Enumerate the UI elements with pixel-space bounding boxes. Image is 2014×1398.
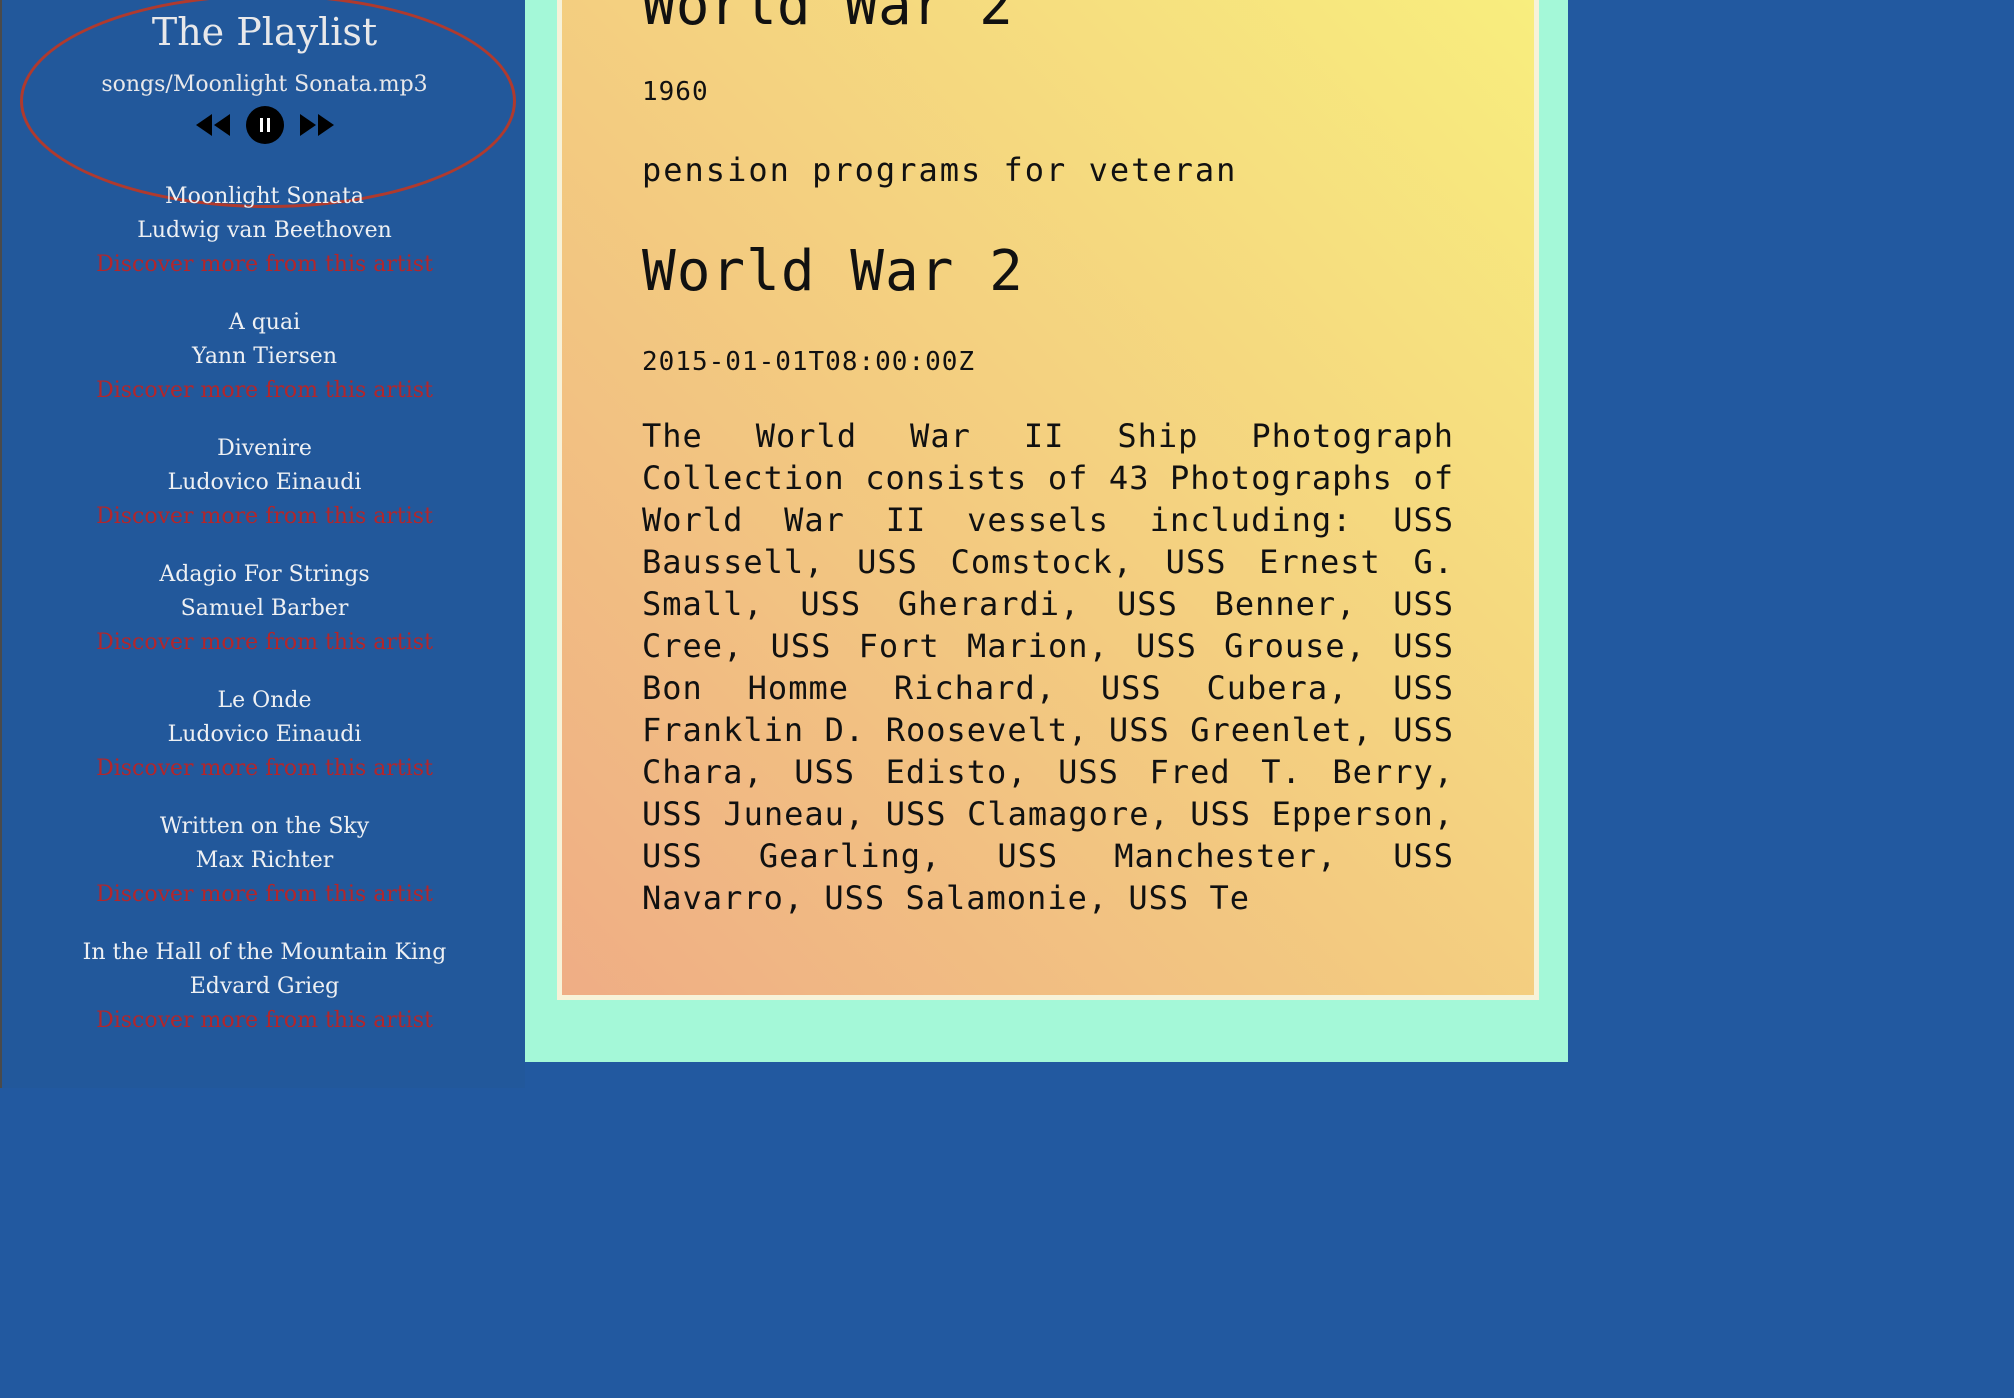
track-title: Written on the Sky bbox=[159, 814, 370, 839]
track-artist: Edvard Grieg bbox=[189, 974, 340, 999]
track-item[interactable]: In the Hall of the Mountain King Edvard … bbox=[2, 936, 527, 1062]
discover-artist-link[interactable]: Discover more from this artist bbox=[2, 626, 527, 660]
track-artist: Max Richter bbox=[195, 848, 334, 873]
discover-artist-link[interactable]: Discover more from this artist bbox=[2, 374, 527, 408]
track-title: In the Hall of the Mountain King bbox=[82, 940, 447, 965]
player-controls bbox=[2, 104, 527, 146]
card-heading: World War 2 bbox=[642, 239, 1024, 304]
track-title: Adagio For Strings bbox=[159, 562, 370, 587]
track-artist: Ludovico Einaudi bbox=[167, 470, 362, 495]
track-item[interactable]: Adagio For Strings Samuel Barber Discove… bbox=[2, 558, 527, 684]
track-artist: Yann Tiersen bbox=[192, 344, 337, 369]
track-item[interactable]: A quai Yann Tiersen Discover more from t… bbox=[2, 306, 527, 432]
pause-icon[interactable] bbox=[245, 106, 284, 144]
rewind-icon[interactable] bbox=[194, 112, 234, 138]
track-item[interactable]: Moonlight Sonata Ludwig van Beethoven Di… bbox=[2, 180, 527, 306]
card-heading-previous: World War 2 bbox=[642, 0, 1013, 38]
track-title: Le Onde bbox=[217, 688, 312, 713]
discover-artist-link[interactable]: Discover more from this artist bbox=[2, 248, 527, 282]
playlist-sidebar: The Playlist songs/Moonlight Sonata.mp3 … bbox=[0, 0, 525, 1088]
track-artist: Ludovico Einaudi bbox=[167, 722, 362, 747]
track-artist: Samuel Barber bbox=[180, 596, 349, 621]
track-title: A quai bbox=[228, 310, 301, 335]
track-item[interactable]: Written on the Sky Max Richter Discover … bbox=[2, 810, 527, 936]
discover-artist-link[interactable]: Discover more from this artist bbox=[2, 878, 527, 912]
track-title: Divenire bbox=[217, 436, 312, 461]
playlist-title: The Playlist bbox=[151, 10, 378, 54]
discover-artist-link[interactable]: Discover more from this artist bbox=[2, 1004, 527, 1038]
track-list: Moonlight Sonata Ludwig van Beethoven Di… bbox=[2, 180, 527, 1062]
card-subtitle: pension programs for veteran bbox=[642, 151, 1238, 189]
track-artist: Ludwig van Beethoven bbox=[137, 218, 392, 243]
track-item[interactable]: Le Onde Ludovico Einaudi Discover more f… bbox=[2, 684, 527, 810]
content-card: World War 2 1960 pension programs for ve… bbox=[557, 0, 1539, 1000]
card-timestamp: 2015-01-01T08:00:00Z bbox=[642, 347, 976, 377]
card-description: The World War II Ship Photograph Collect… bbox=[642, 417, 1454, 917]
now-playing-file: songs/Moonlight Sonata.mp3 bbox=[101, 72, 428, 97]
discover-artist-link[interactable]: Discover more from this artist bbox=[2, 752, 527, 786]
card-year: 1960 bbox=[642, 77, 709, 107]
track-title: Moonlight Sonata bbox=[165, 184, 364, 209]
fast-forward-icon[interactable] bbox=[296, 112, 336, 138]
track-item[interactable]: Divenire Ludovico Einaudi Discover more … bbox=[2, 432, 527, 558]
discover-artist-link[interactable]: Discover more from this artist bbox=[2, 500, 527, 534]
